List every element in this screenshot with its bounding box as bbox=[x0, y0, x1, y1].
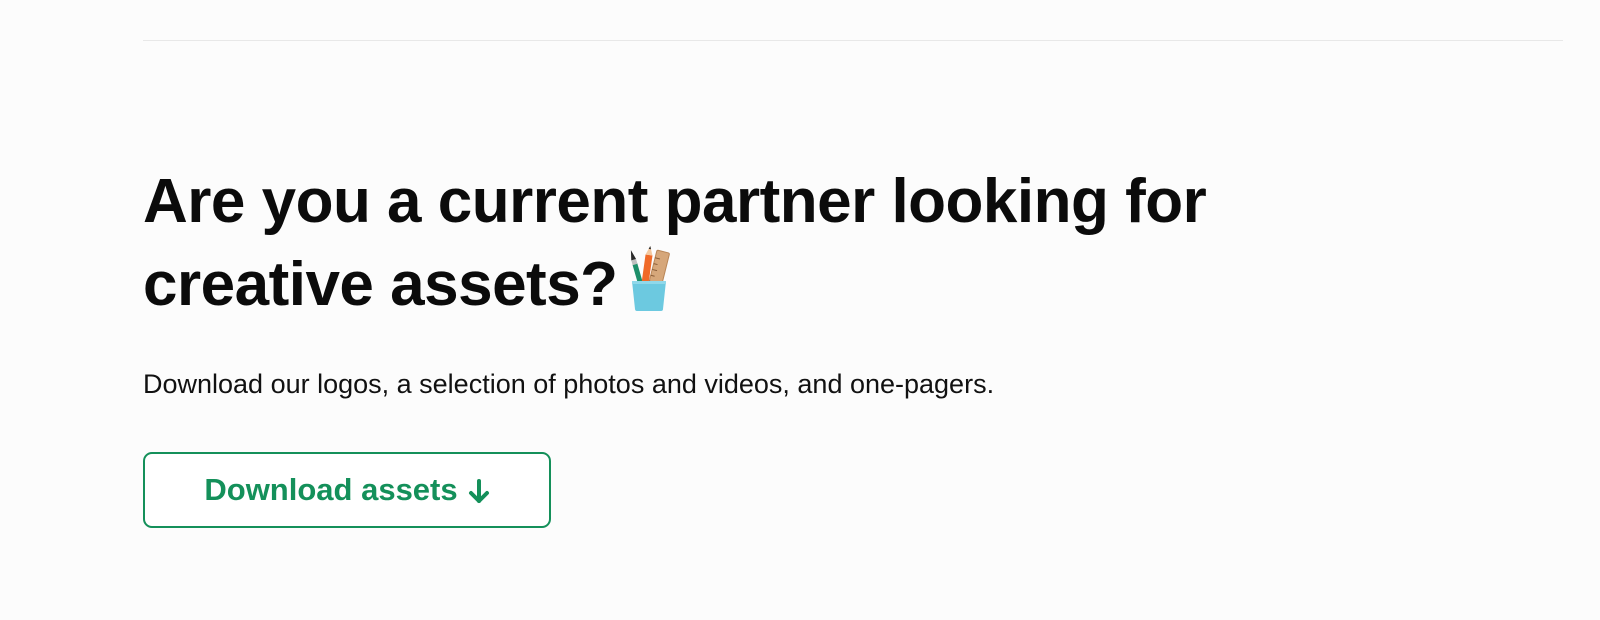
page-title: Are you a current partner looking for cr… bbox=[143, 160, 1443, 326]
headline-line-2: creative assets? bbox=[143, 243, 1443, 326]
section-description: Download our logos, a selection of photo… bbox=[143, 369, 995, 399]
headline-line-2-text: creative assets? bbox=[143, 250, 618, 319]
headline-line-1: Are you a current partner looking for bbox=[143, 167, 1207, 236]
partner-assets-section: Are you a current partner looking for cr… bbox=[143, 160, 1443, 528]
download-assets-button[interactable]: Download assets bbox=[143, 452, 551, 528]
download-assets-label: Download assets bbox=[204, 472, 458, 507]
pencil-cup-icon bbox=[626, 243, 672, 313]
arrow-down-icon bbox=[468, 477, 490, 503]
top-divider bbox=[143, 40, 1563, 41]
